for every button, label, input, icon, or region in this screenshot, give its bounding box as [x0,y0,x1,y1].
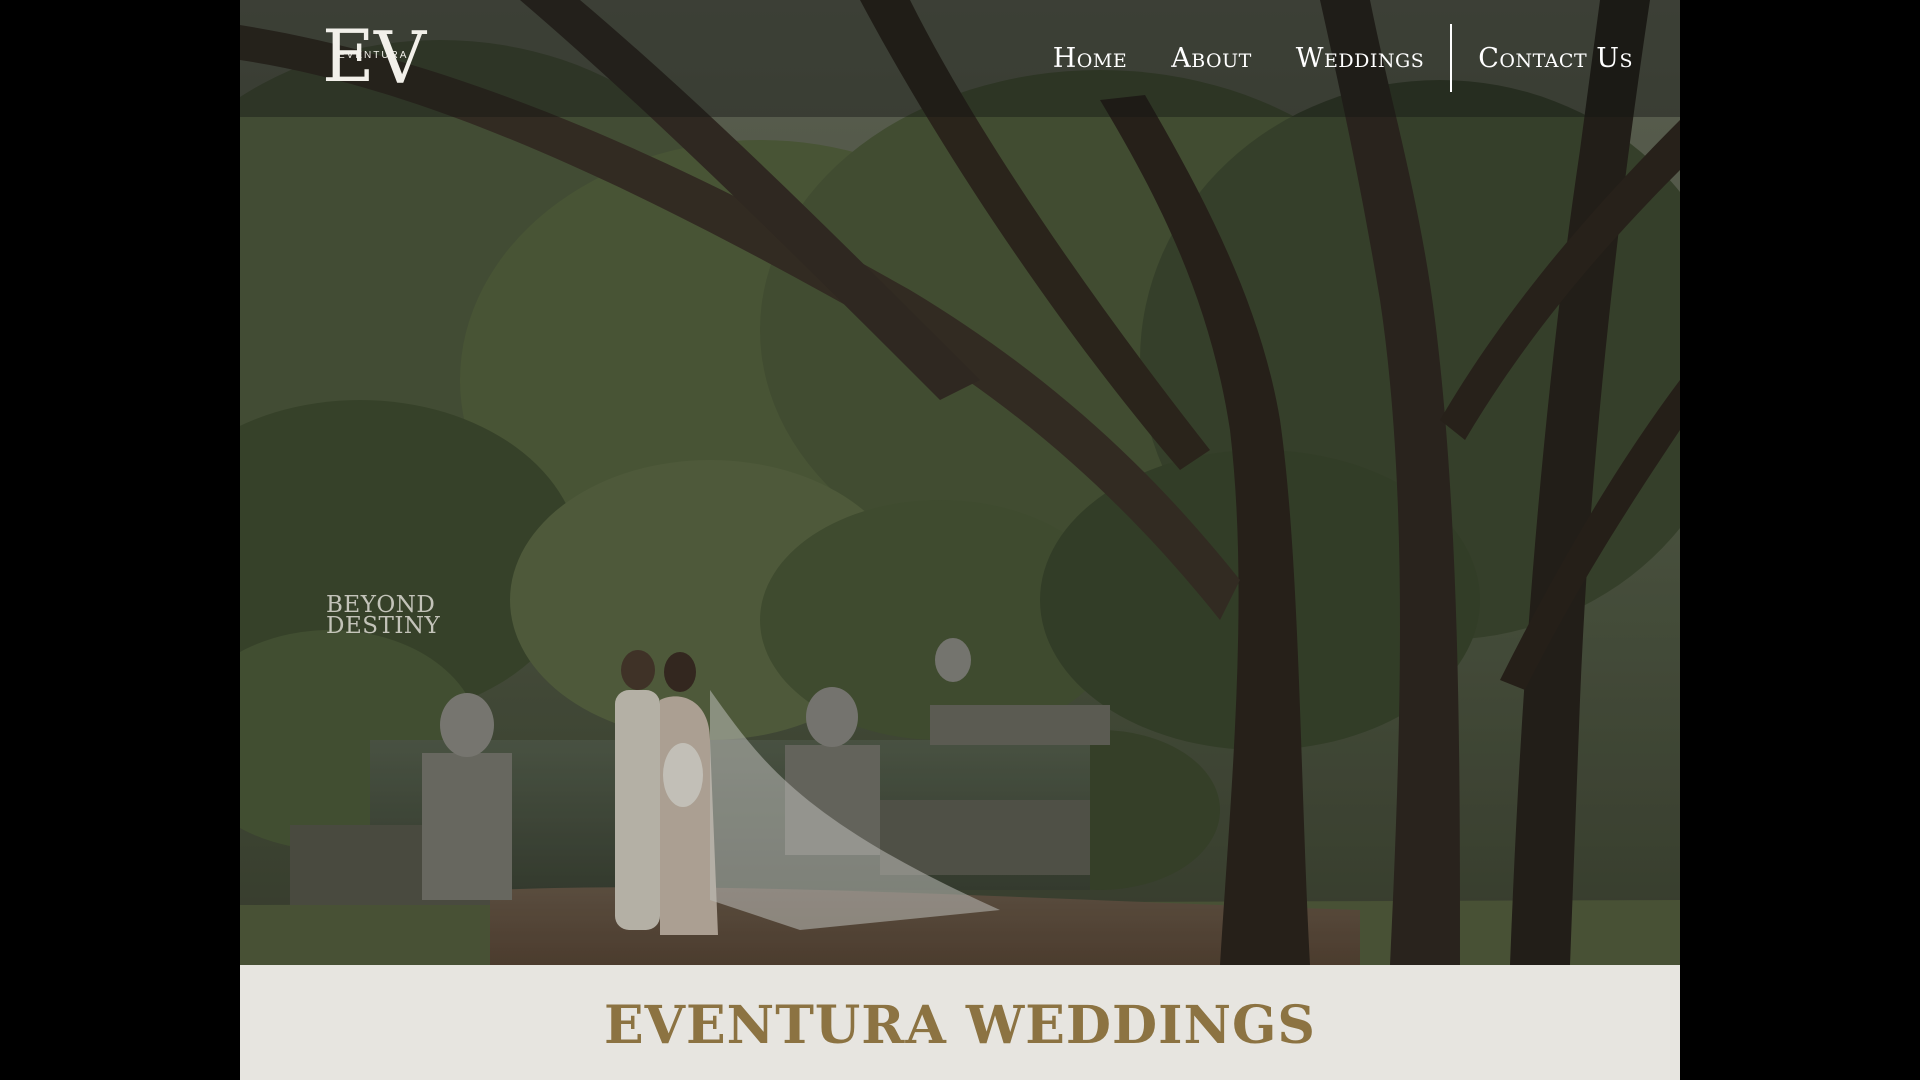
nav-contact-link[interactable]: Contact Us [1456,43,1655,74]
nav-about-link[interactable]: About [1149,43,1274,74]
page: BEYOND DESTINY E V EVENTURA Home About W… [240,0,1680,1080]
title-section: EVENTURA WEDDINGS [240,965,1680,1080]
main-nav: Home About Weddings Contact Us [1031,24,1655,92]
watermark-line-2: DESTINY [326,613,441,639]
hero-photo [240,0,1680,965]
site-header: E V EVENTURA Home About Weddings Contact… [240,0,1680,117]
nav-home-link[interactable]: Home [1031,43,1149,74]
logo[interactable]: E V EVENTURA [322,14,444,100]
nav-weddings-link[interactable]: Weddings [1274,43,1446,74]
watermark-text: BEYOND DESTINY [326,594,456,639]
nav-divider [1450,24,1453,92]
logo-wordmark: EVENTURA [338,50,409,61]
hero-image: BEYOND DESTINY [240,0,1680,965]
page-title: EVENTURA WEDDINGS [604,995,1316,1056]
